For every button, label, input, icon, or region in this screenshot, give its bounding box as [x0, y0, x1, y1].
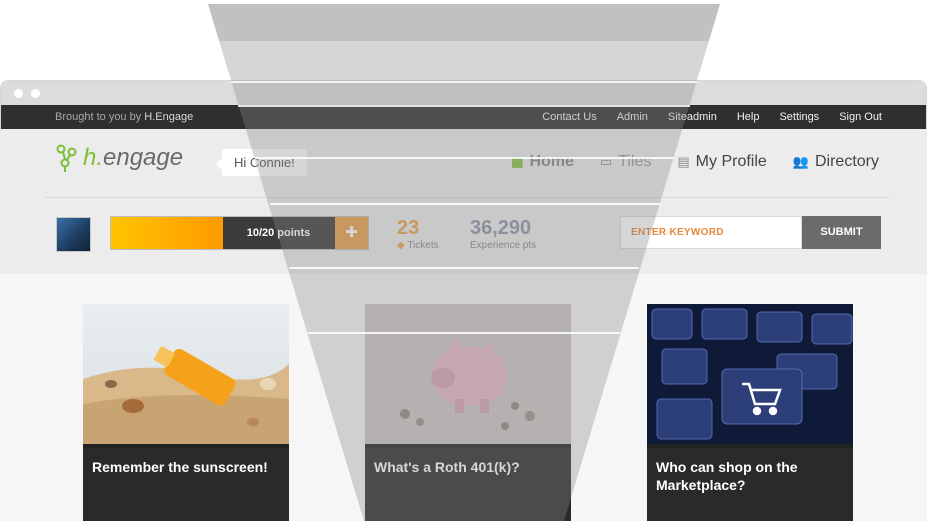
window-minimize-dot[interactable] — [31, 89, 40, 98]
molecule-logo-icon — [56, 144, 77, 172]
settings-link[interactable]: Settings — [779, 111, 819, 123]
experience-label: Experience pts — [470, 240, 537, 251]
sunscreen-image — [83, 304, 289, 444]
nav-my-profile-label: My Profile — [695, 153, 767, 170]
greeting-bubble: Hi Connie! — [216, 149, 307, 176]
siteadmin-link[interactable]: Siteadmin — [668, 111, 717, 123]
main-nav: ▦ Home ▭ Tiles ▤ My Profile 👥 Directory — [511, 153, 879, 171]
site-header: h.engage Hi Connie! ▦ Home ▭ Tiles ▤ My … — [0, 129, 927, 274]
piggy-bank-image — [365, 304, 571, 444]
tiles-area: Remember the sunscreen! What's a Roth 40… — [0, 274, 927, 521]
ticket-icon: ◆ — [397, 240, 405, 251]
brought-by-prefix: Brought to you by — [55, 111, 142, 123]
avatar[interactable] — [56, 217, 91, 252]
tile-caption: What's a Roth 401(k)? — [365, 448, 571, 521]
contact-us-link[interactable]: Contact Us — [542, 111, 596, 123]
tile-card[interactable]: What's a Roth 401(k)? — [365, 304, 571, 521]
help-link[interactable]: Help — [737, 111, 760, 123]
tiles-icon: ▭ — [599, 154, 613, 169]
tickets-label-text: Tickets — [407, 240, 439, 251]
nav-tiles[interactable]: ▭ Tiles — [600, 153, 651, 171]
sign-out-link[interactable]: Sign Out — [839, 111, 882, 123]
brought-by-text: Brought to you by H.Engage — [55, 111, 193, 123]
nav-directory[interactable]: 👥 Directory — [793, 153, 879, 171]
tile-caption: Who can shop on the Marketplace? — [647, 448, 853, 521]
window-close-dot[interactable] — [14, 89, 23, 98]
progress-text: 10/20 points — [246, 227, 311, 239]
nav-tiles-label: Tiles — [618, 153, 652, 170]
grid-icon: ▦ — [511, 154, 524, 169]
keyboard-cart-image — [647, 304, 853, 444]
points-progress-bar: 10/20 points ✚ — [110, 216, 369, 250]
submit-button[interactable]: SUBMIT — [802, 216, 881, 249]
profile-card-icon: ▤ — [677, 154, 690, 169]
header-divider — [45, 197, 889, 198]
ticket-plus-icon: ✚ — [345, 224, 358, 241]
people-icon: 👥 — [792, 154, 809, 169]
browser-chrome — [1, 81, 926, 105]
nav-my-profile[interactable]: ▤ My Profile — [677, 153, 766, 171]
nav-directory-label: Directory — [814, 153, 879, 170]
progress-fill — [111, 217, 223, 249]
top-bar: Brought to you by H.Engage Contact Us Ad… — [1, 105, 926, 130]
tickets-stat: 23 ◆ Tickets — [397, 217, 439, 251]
admin-link[interactable]: Admin — [617, 111, 648, 123]
logo[interactable]: h.engage — [55, 143, 183, 173]
nav-home-label: Home — [529, 153, 574, 170]
tile-card[interactable]: Who can shop on the Marketplace? — [647, 304, 853, 521]
tickets-value: 23 — [397, 217, 420, 239]
tile-caption: Remember the sunscreen! — [83, 448, 289, 521]
experience-value: 36,290 — [470, 217, 532, 239]
experience-stat: 36,290 Experience pts — [470, 217, 536, 251]
logo-text: h.engage — [83, 144, 184, 171]
top-links: Contact Us Admin Siteadmin Help Settings… — [542, 111, 882, 123]
tickets-label: ◆ Tickets — [397, 240, 439, 251]
tile-card[interactable]: Remember the sunscreen! — [83, 304, 289, 521]
nav-home[interactable]: ▦ Home — [511, 153, 574, 171]
search-input[interactable]: ENTER KEYWORD — [620, 216, 802, 249]
brand-name: H.Engage — [144, 111, 194, 123]
ticket-button[interactable]: ✚ — [335, 217, 368, 249]
